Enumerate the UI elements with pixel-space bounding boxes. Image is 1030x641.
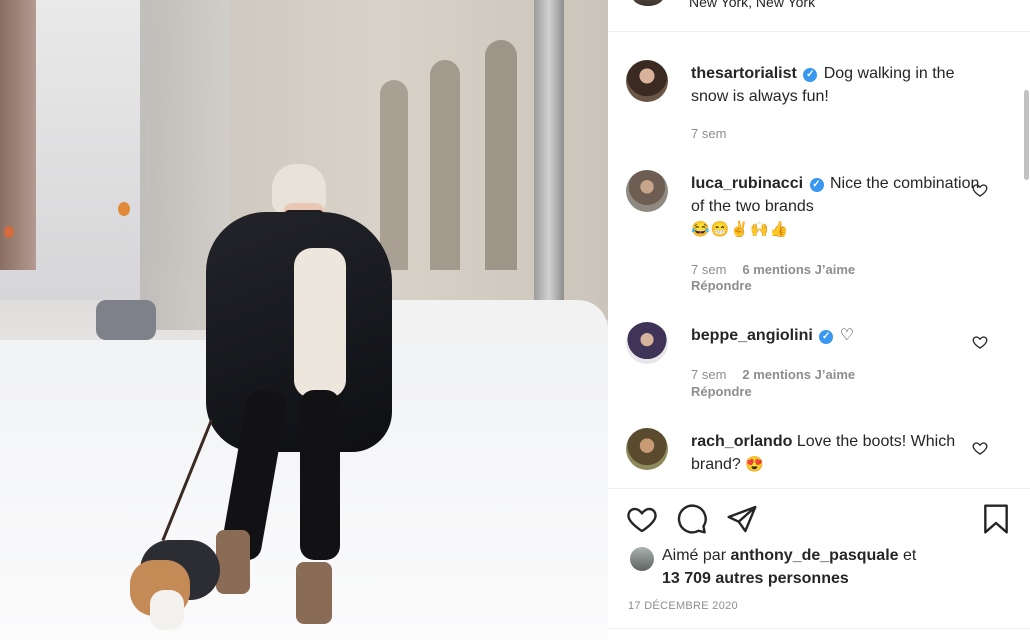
reply-button[interactable]: Répondre <box>691 384 752 399</box>
divider <box>608 628 1030 629</box>
caption-text: thesartorialist ✓ Dog walking in the sno… <box>691 62 991 108</box>
username-link[interactable]: luca_rubinacci <box>691 175 803 192</box>
heart-icon[interactable] <box>972 440 988 456</box>
verified-badge-icon: ✓ <box>819 330 834 344</box>
boot <box>216 530 250 594</box>
likes-line-1: Aimé par anthony_de_pasquale et <box>662 544 916 567</box>
comment-icon[interactable] <box>676 503 708 535</box>
comment-time[interactable]: 7 sem <box>691 367 726 382</box>
dog-chest <box>150 590 184 630</box>
location-link[interactable]: New York, New York <box>689 0 815 10</box>
traffic-light <box>4 226 14 238</box>
window <box>380 80 408 270</box>
sweater <box>294 248 346 398</box>
boot <box>296 562 332 624</box>
likes-count-link[interactable]: 13 709 autres personnes <box>662 570 849 587</box>
comment-likes[interactable]: 6 mentions J’aime <box>742 262 855 277</box>
avatar[interactable] <box>626 170 668 212</box>
comment-emoji: 😂😁✌🙌👍 <box>691 221 790 238</box>
reply-button[interactable]: Répondre <box>691 278 752 293</box>
avatar[interactable] <box>626 60 668 102</box>
save-icon[interactable] <box>980 503 1012 535</box>
comment-body: ♡ <box>839 327 855 344</box>
comment-meta: 7 sem 2 mentions J’aime <box>691 366 855 383</box>
username-link[interactable]: beppe_angiolini <box>691 327 813 344</box>
comment-text: rach_orlando Love the boots! Which brand… <box>691 430 991 476</box>
verified-badge-icon: ✓ <box>809 178 824 192</box>
comment-likes[interactable]: 2 mentions J’aime <box>742 367 855 382</box>
window <box>485 40 517 270</box>
post-actions: Aimé par anthony_de_pasquale et 13 709 a… <box>608 488 1030 641</box>
liker-username-link[interactable]: anthony_de_pasquale <box>730 547 898 564</box>
traffic-light <box>118 202 130 216</box>
heart-icon[interactable] <box>972 334 988 350</box>
avatar[interactable] <box>626 428 668 470</box>
window <box>430 60 460 270</box>
likes-line-2: 13 709 autres personnes <box>662 567 849 590</box>
post-photo[interactable] <box>0 0 608 640</box>
caption-time[interactable]: 7 sem <box>691 125 726 142</box>
comment-text: luca_rubinacci ✓ Nice the combination of… <box>691 172 991 241</box>
username-link[interactable]: rach_orlando <box>691 433 792 450</box>
comment-emoji: 😍 <box>745 456 765 473</box>
heart-icon[interactable] <box>972 182 988 198</box>
avatar[interactable] <box>632 0 664 6</box>
comments-scrollbar[interactable] <box>1024 90 1029 180</box>
likes-suffix: et <box>902 547 917 564</box>
avatar[interactable] <box>626 322 668 364</box>
post-date[interactable]: 17 DÉCEMBRE 2020 <box>628 600 738 612</box>
car <box>96 300 156 340</box>
likes-prefix: Aimé par <box>662 547 727 564</box>
heart-icon[interactable] <box>626 503 658 535</box>
post-details-panel: New York, New York thesartorialist ✓ Dog… <box>608 0 1030 640</box>
avatar[interactable] <box>630 547 654 571</box>
comment-time[interactable]: 7 sem <box>691 262 726 277</box>
verified-badge-icon: ✓ <box>803 68 818 82</box>
username-link[interactable]: thesartorialist <box>691 65 797 82</box>
leg <box>300 390 340 560</box>
post-header: New York, New York <box>608 0 1030 32</box>
comments-list[interactable]: thesartorialist ✓ Dog walking in the sno… <box>608 32 1030 487</box>
comment-text: beppe_angiolini ✓ ♡ <box>691 324 991 347</box>
share-icon[interactable] <box>726 503 758 535</box>
comment-meta: 7 sem 6 mentions J’aime <box>691 261 855 278</box>
